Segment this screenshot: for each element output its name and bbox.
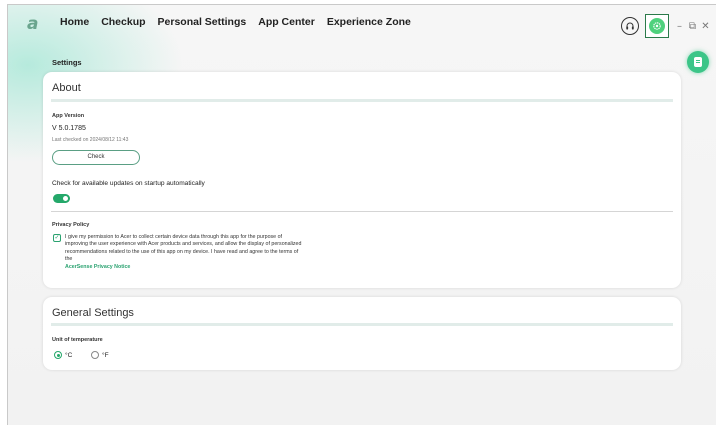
celsius-label: °C [65,352,73,359]
check-button[interactable]: Check [52,150,140,165]
app-version-value: V 5.0.1785 [52,125,86,132]
restore-button[interactable]: ⧉ [686,21,699,32]
app-version-label: App Version [52,113,85,119]
top-nav: Home Checkup Personal Settings App Cente… [60,16,423,28]
privacy-policy-label: Privacy Policy [52,222,90,228]
temperature-unit-label: Unit of temperature [52,337,103,343]
window-controls: – ⧉ ✕ [621,14,712,38]
nav-app-center[interactable]: App Center [258,16,315,28]
close-button[interactable]: ✕ [699,21,712,32]
general-heading-rule [51,323,673,326]
general-heading: General Settings [52,307,134,319]
celsius-radio[interactable] [54,351,62,359]
privacy-notice-link[interactable]: AcerSense Privacy Notice [65,264,305,271]
nav-home[interactable]: Home [60,16,89,28]
auto-update-label: Check for available updates on startup a… [52,180,205,187]
app-window: a Home Checkup Personal Settings App Cen… [7,4,716,425]
headset-icon[interactable] [621,17,639,35]
nav-personal-settings[interactable]: Personal Settings [158,16,247,28]
about-card: About App Version V 5.0.1785 Last checke… [43,72,681,288]
general-settings-card: General Settings Unit of temperature °C … [43,297,681,370]
about-heading-rule [51,99,673,102]
settings-button[interactable] [645,14,669,38]
document-icon [694,57,702,67]
section-divider [51,211,673,212]
privacy-checkbox[interactable]: ✓ [53,234,61,242]
page-title: Settings [52,58,82,67]
nav-experience-zone[interactable]: Experience Zone [327,16,411,28]
side-panel-button[interactable] [687,51,709,73]
minimize-button[interactable]: – [673,21,686,32]
privacy-consent-text: I give my permission to Acer to collect … [65,234,305,271]
acer-logo: a [27,14,39,34]
fahrenheit-label: °F [102,352,109,359]
auto-update-toggle[interactable] [53,194,70,203]
about-heading: About [52,82,81,94]
nav-checkup[interactable]: Checkup [101,16,145,28]
fahrenheit-radio[interactable] [91,351,99,359]
toggle-knob [63,196,68,201]
last-checked-text: Last checked on 2024/08/12 11:43 [52,137,129,143]
privacy-consent-body: I give my permission to Acer to collect … [65,234,302,263]
gear-icon [649,18,665,34]
